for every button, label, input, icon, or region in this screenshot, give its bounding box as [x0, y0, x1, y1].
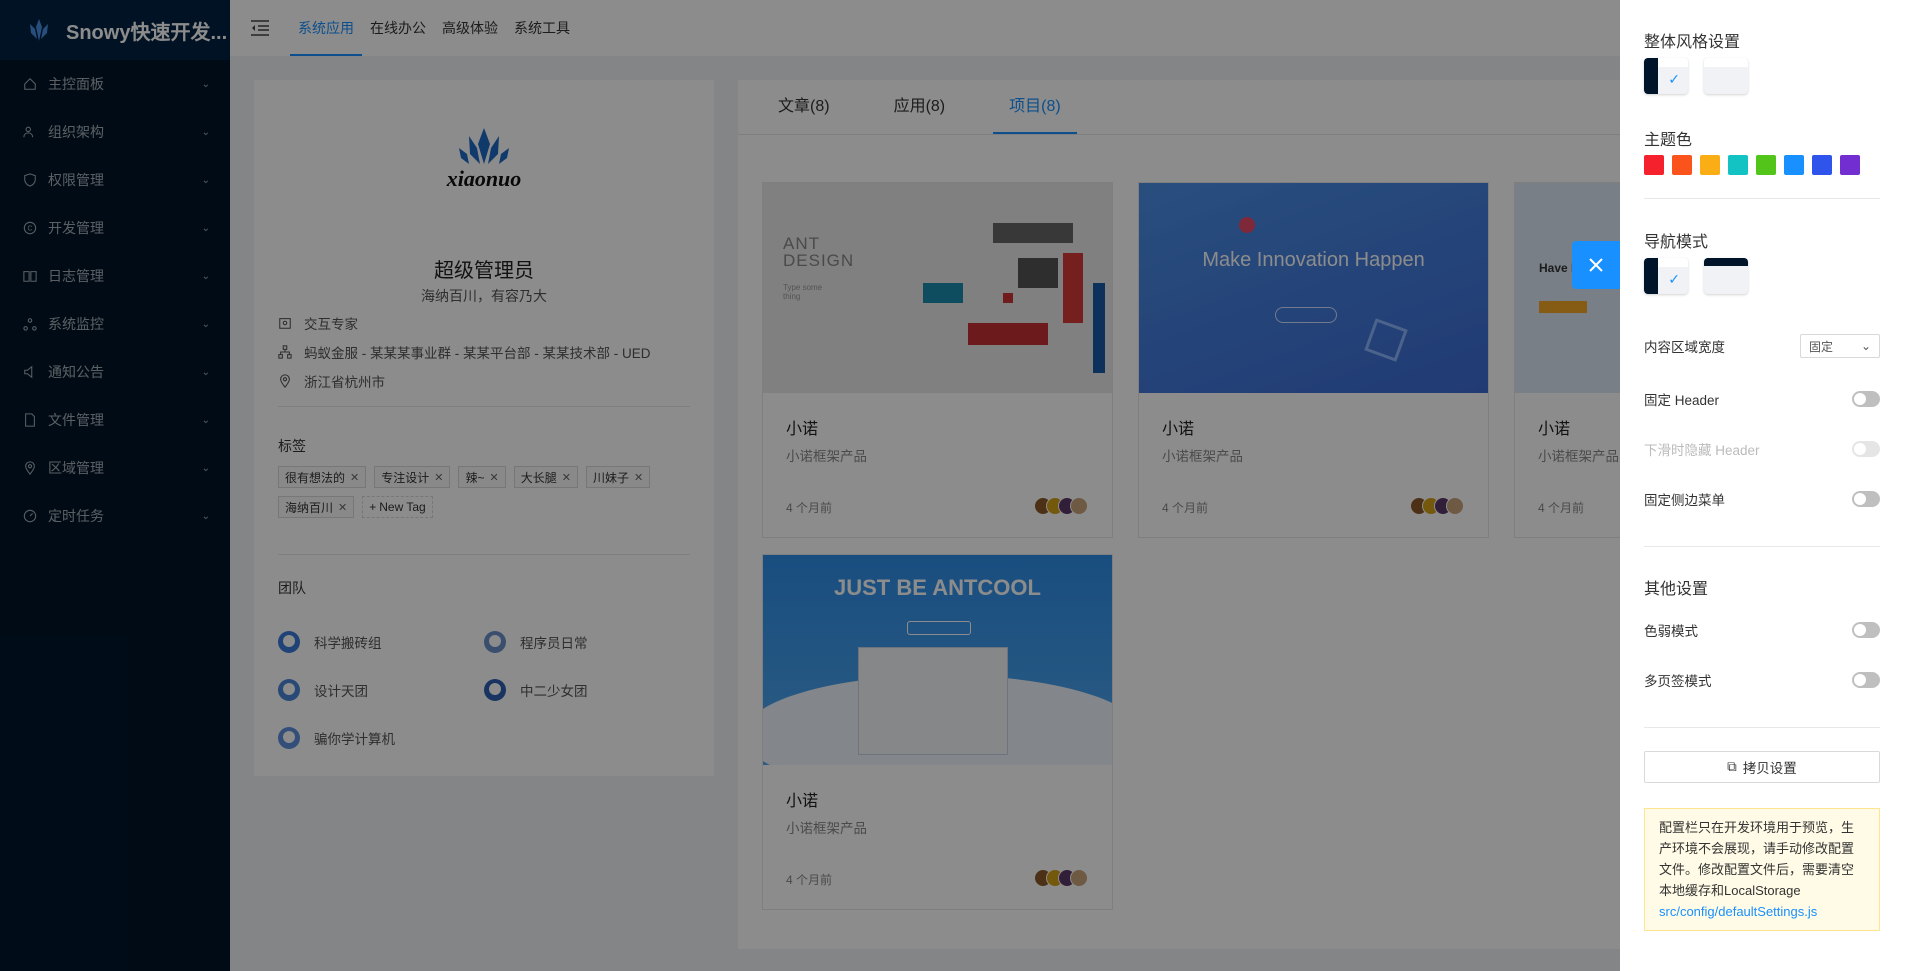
theme-title: 主题色 [1644, 132, 1693, 149]
settings-drawer: 整体风格设置 ✓ 主题色 导航模式 ✓ 内容区域宽度 固定 ⌄ 固定 Header… [1620, 0, 1906, 971]
hide-header-label: 下滑时隐藏 Header [1644, 443, 1760, 458]
weak-mode-row: 色弱模式 [1644, 620, 1880, 640]
top-menu-mode-option[interactable] [1704, 258, 1748, 294]
side-menu-mode-option[interactable]: ✓ [1644, 258, 1688, 294]
copy-icon: ⧉ [1727, 759, 1737, 774]
close-icon [1589, 258, 1603, 272]
fixed-sider-row: 固定侧边菜单 [1644, 489, 1880, 509]
light-style-option[interactable] [1704, 58, 1748, 94]
check-icon: ✓ [1668, 71, 1680, 87]
chevron-down-icon: ⌄ [1860, 339, 1871, 353]
other-settings-title: 其他设置 [1644, 581, 1709, 598]
copy-settings-button[interactable]: ⧉ 拷贝设置 [1644, 751, 1880, 783]
theme-color-swatch[interactable] [1700, 155, 1720, 175]
fixed-header-label: 固定 Header [1644, 393, 1720, 408]
check-icon: ✓ [1668, 271, 1680, 287]
nav-mode-options: ✓ [1644, 258, 1880, 294]
theme-color-swatch[interactable] [1840, 155, 1860, 175]
theme-color-swatch[interactable] [1756, 155, 1776, 175]
theme-color-list [1644, 155, 1880, 175]
fixed-sider-switch[interactable] [1852, 491, 1880, 507]
dev-notice: 配置栏只在开发环境用于预览，生产环境不会展现，请手动修改配置文件。修改配置文件后… [1644, 808, 1880, 931]
notice-text: 配置栏只在开发环境用于预览，生产环境不会展现，请手动修改配置文件。修改配置文件后… [1659, 820, 1855, 898]
content-width-row: 内容区域宽度 固定 ⌄ [1644, 334, 1880, 358]
config-file-link[interactable]: src/config/defaultSettings.js [1659, 901, 1865, 922]
content-width-label: 内容区域宽度 [1644, 340, 1725, 355]
theme-color-swatch[interactable] [1672, 155, 1692, 175]
hide-header-row: 下滑时隐藏 Header [1644, 439, 1880, 459]
theme-color-swatch[interactable] [1784, 155, 1804, 175]
fixed-sider-label: 固定侧边菜单 [1644, 493, 1725, 508]
dark-style-option[interactable]: ✓ [1644, 58, 1688, 94]
style-options: ✓ [1644, 58, 1880, 94]
style-title: 整体风格设置 [1644, 34, 1741, 51]
divider [1644, 198, 1880, 199]
weak-mode-label: 色弱模式 [1644, 624, 1698, 639]
divider [1644, 546, 1880, 547]
multi-tab-switch[interactable] [1852, 672, 1880, 688]
theme-color-swatch[interactable] [1728, 155, 1748, 175]
multi-tab-row: 多页签模式 [1644, 670, 1880, 690]
theme-color-swatch[interactable] [1644, 155, 1664, 175]
fixed-header-switch[interactable] [1852, 391, 1880, 407]
multi-tab-label: 多页签模式 [1644, 674, 1712, 689]
content-width-select[interactable]: 固定 ⌄ [1800, 334, 1880, 358]
fixed-header-row: 固定 Header [1644, 389, 1880, 409]
theme-color-swatch[interactable] [1812, 155, 1832, 175]
weak-mode-switch[interactable] [1852, 622, 1880, 638]
divider [1644, 727, 1880, 728]
close-drawer-button[interactable] [1572, 241, 1620, 289]
nav-mode-title: 导航模式 [1644, 234, 1709, 251]
hide-header-switch[interactable] [1852, 441, 1880, 457]
